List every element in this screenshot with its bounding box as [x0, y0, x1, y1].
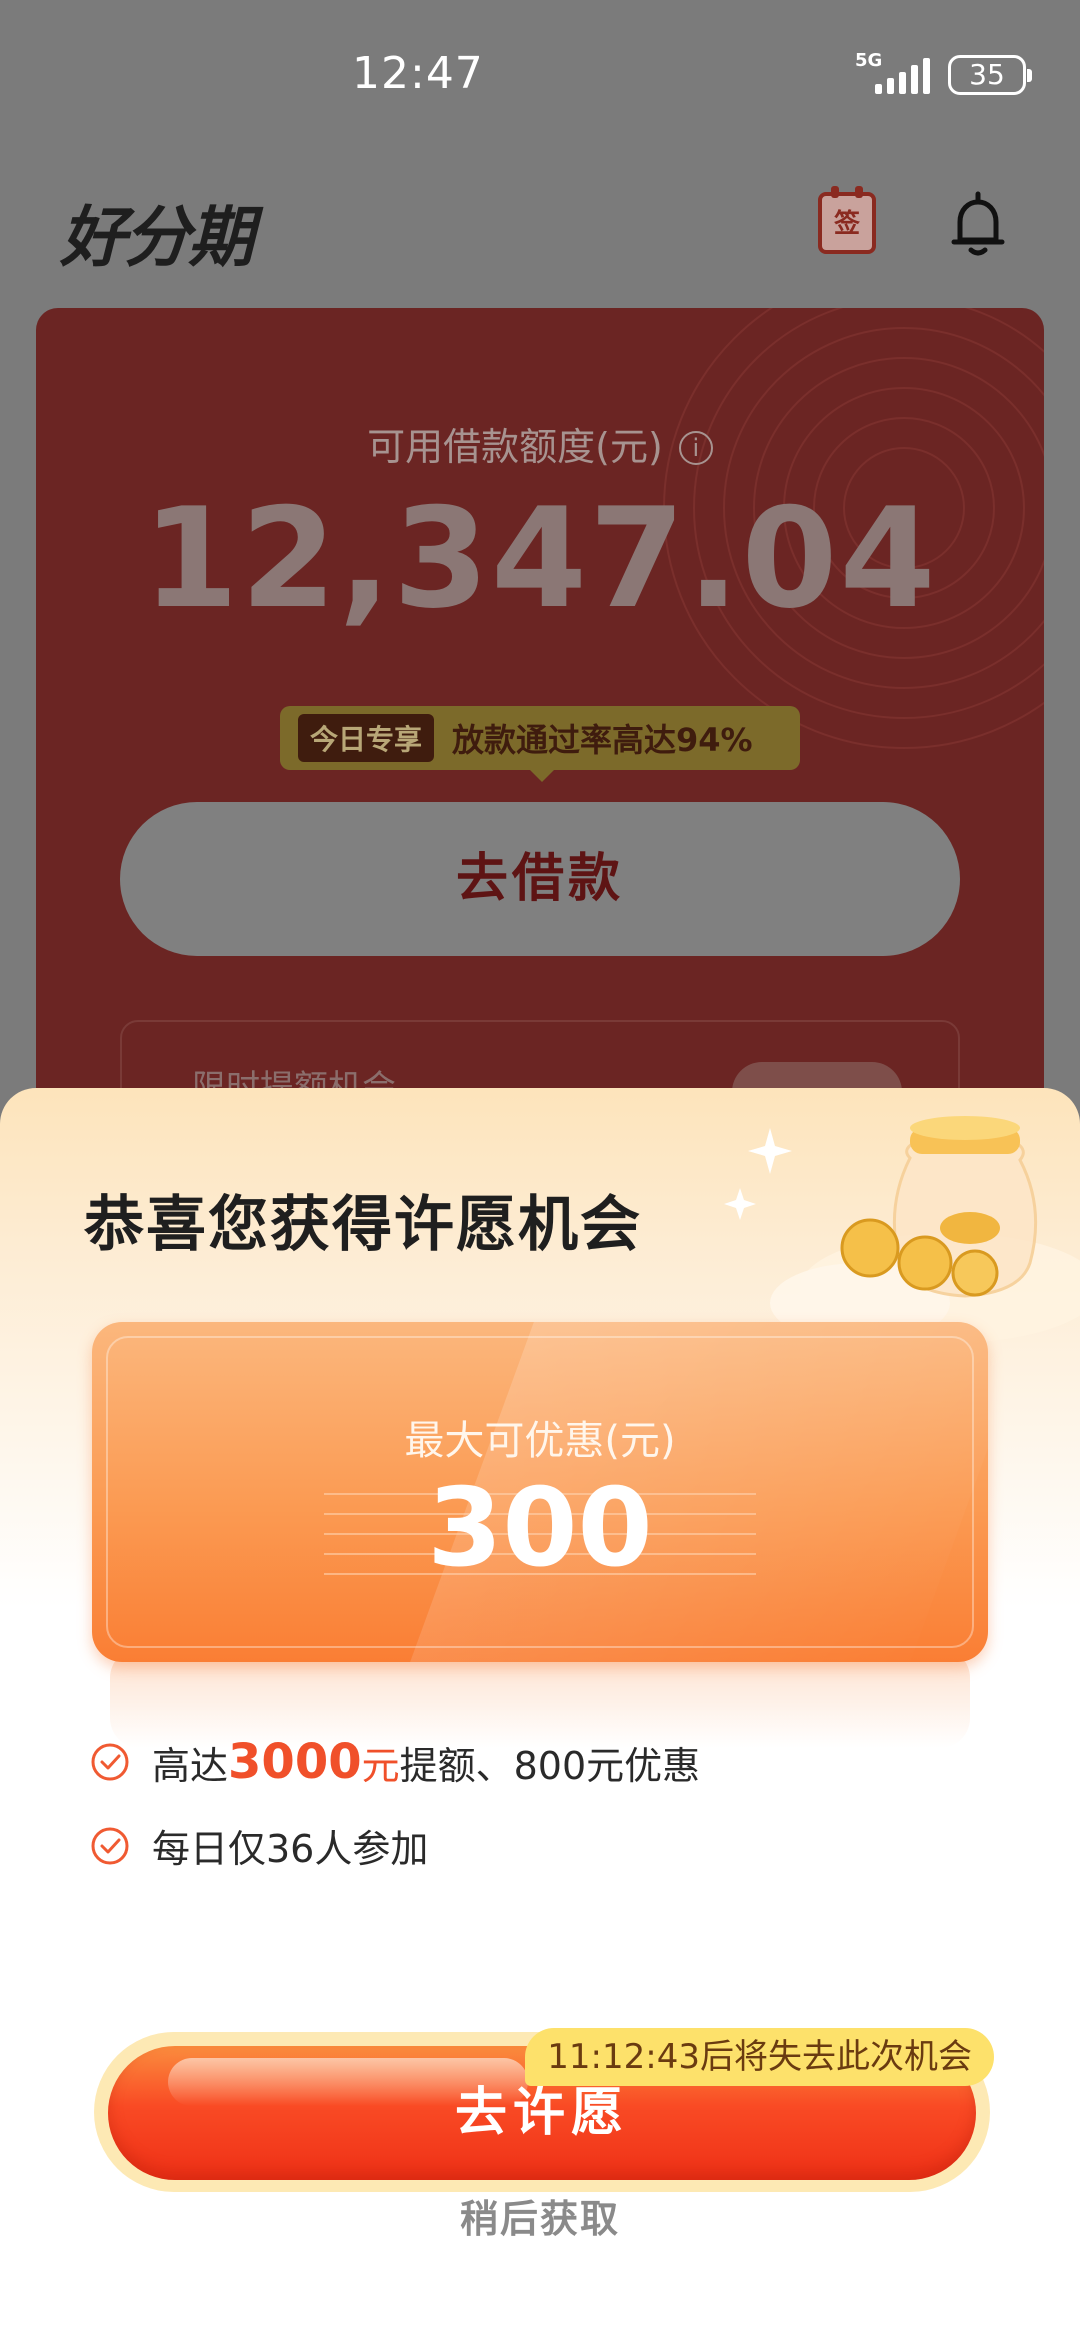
credit-amount: 12,347.04	[142, 478, 938, 639]
signal-icon: 5G	[855, 52, 930, 94]
countdown-badge: 11:12:43后将失去此次机会	[525, 2028, 994, 2086]
benefit-suffix: 提额、800元优惠	[399, 1743, 701, 1788]
offer-card: 最大可优惠(元) 300	[92, 1322, 988, 1662]
network-type: 5G	[855, 50, 883, 71]
bell-icon[interactable]	[948, 190, 1008, 260]
wish-bottom-sheet: 恭喜您获得许愿机会 最大可优惠(元) 300 高达 3000 元 提额、800元…	[0, 1088, 1080, 2340]
make-wish-label: 去许愿	[454, 2083, 629, 2143]
promo-badge: 今日专享	[298, 714, 435, 762]
promo-tag: 今日专享 放款通过率高达94%	[280, 706, 800, 782]
benefit-highlight-unit: 元	[361, 1743, 400, 1788]
status-bar: 12:47 5G 35	[0, 0, 1080, 150]
coin-jar-illustration	[724, 1116, 1080, 1343]
benefit-item-quota: 每日仅36人参加	[90, 1818, 428, 1873]
benefit-item-limit: 高达 3000 元 提额、800元优惠	[90, 1734, 700, 1790]
check-circle-icon	[91, 1827, 129, 1864]
borrow-button[interactable]: 去借款	[120, 802, 960, 956]
credit-card: 可用借款额度(元) i 12,347.04 今日专享 放款通过率高达94% 去借…	[36, 308, 1044, 1128]
promo-text: 放款通过率高达94%	[452, 721, 753, 759]
offer-value: 300	[427, 1466, 653, 1591]
check-circle-icon	[91, 1743, 129, 1781]
offer-label: 最大可优惠(元)	[404, 1418, 676, 1464]
sheet-title: 恭喜您获得许愿机会	[84, 1190, 642, 1260]
offer-card-reflection	[110, 1648, 970, 1748]
app-logo: 好分期	[60, 199, 254, 276]
get-later-link[interactable]: 稍后获取	[0, 2188, 1080, 2243]
battery-icon: 35	[948, 55, 1032, 95]
status-time: 12:47	[352, 48, 484, 99]
benefit-highlight-amount: 3000	[228, 1734, 362, 1790]
status-icons: 5G 35	[855, 52, 1032, 95]
info-icon[interactable]: i	[678, 431, 713, 465]
credit-label: 可用借款额度(元) i	[36, 416, 1044, 471]
app-header: 好分期 签	[0, 170, 1080, 290]
calendar-checkin-icon[interactable]: 签	[818, 186, 876, 254]
credit-label-text: 可用借款额度(元)	[367, 425, 663, 469]
benefit-quota-text: 每日仅36人参加	[152, 1827, 429, 1871]
benefit-prefix: 高达	[152, 1743, 229, 1788]
